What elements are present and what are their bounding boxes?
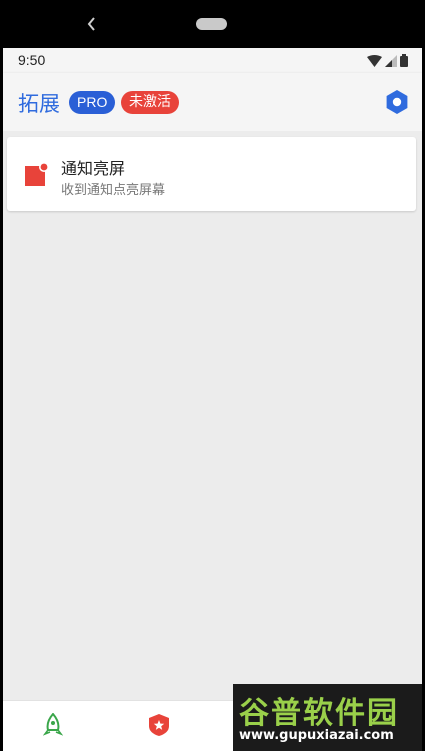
rocket-icon [43, 713, 63, 736]
back-icon[interactable] [84, 12, 100, 36]
status-icons [367, 54, 408, 67]
battery-icon [400, 54, 408, 67]
notification-wake-icon [25, 163, 49, 186]
tab-shield[interactable] [128, 701, 188, 752]
pro-badge[interactable]: PRO [69, 91, 116, 114]
watermark-url: www.gupuxiazai.com [239, 728, 394, 743]
extension-subtitle: 收到通知点亮屏幕 [61, 183, 166, 198]
home-pill[interactable] [196, 18, 227, 30]
page-title: 拓展 [18, 92, 60, 116]
app-bar: 拓展 PRO 未激活 [3, 73, 422, 131]
watermark-logo: 谷普软件园 www.gupuxiazai.com [233, 684, 422, 751]
extension-card-notification-wake[interactable]: 通知亮屏 收到通知点亮屏幕 [7, 137, 416, 211]
system-navigation-bar [0, 0, 425, 48]
wifi-icon [367, 54, 382, 67]
cellular-signal-icon [385, 54, 397, 67]
settings-icon[interactable] [384, 89, 410, 115]
status-bar: 9:50 [3, 48, 422, 73]
shield-star-icon [149, 714, 169, 736]
status-time: 9:50 [18, 52, 46, 68]
watermark-brand: 谷普软件园 [239, 696, 399, 731]
extension-title: 通知亮屏 [61, 159, 126, 178]
tab-rocket[interactable] [23, 701, 83, 752]
extension-list: 通知亮屏 收到通知点亮屏幕 [3, 131, 422, 700]
activation-status-badge[interactable]: 未激活 [121, 91, 179, 114]
